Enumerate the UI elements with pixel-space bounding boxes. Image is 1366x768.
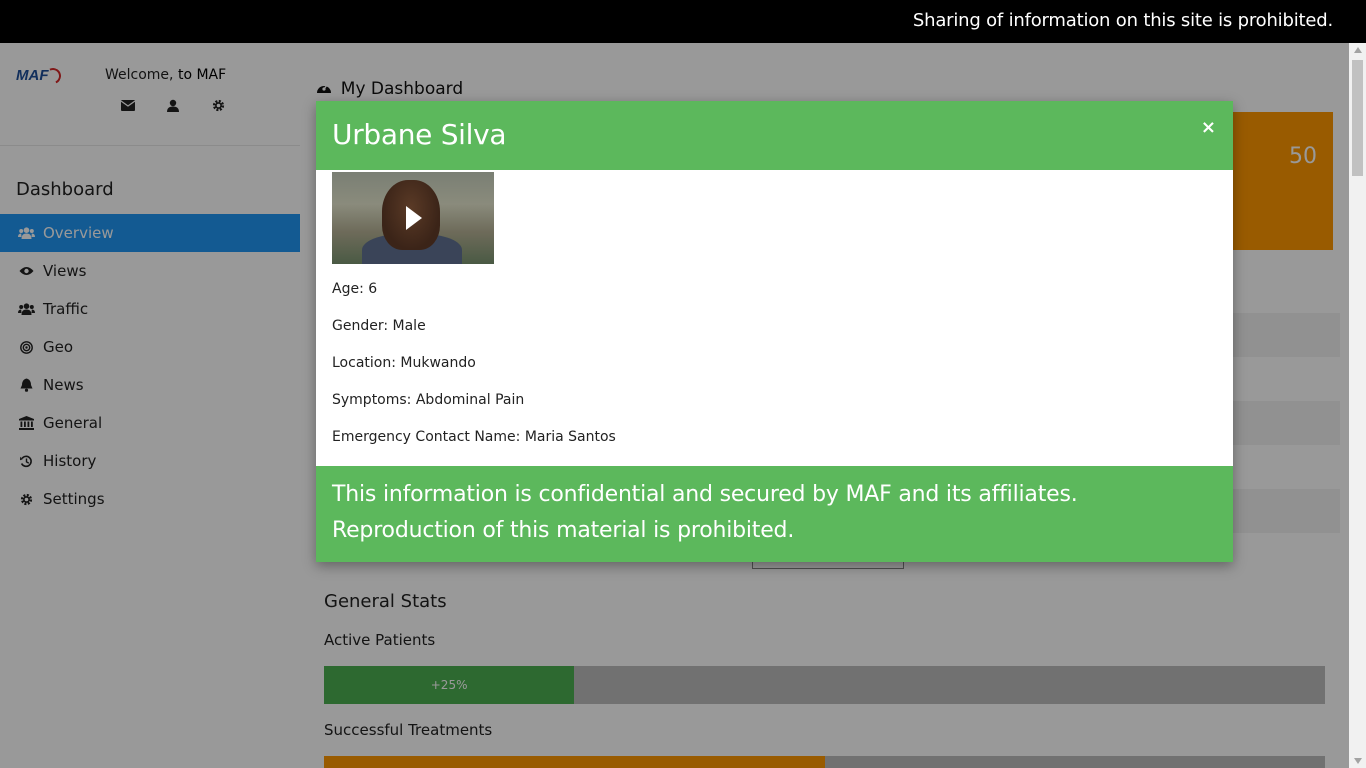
close-icon[interactable]: × [1201,117,1216,138]
patient-modal: Urbane Silva × Age: 6 Gender: Male Locat… [316,101,1233,562]
field-gender: Gender: Male [332,318,426,334]
field-value: Male [392,318,426,334]
field-label: Symptoms: [332,392,412,408]
scroll-down-icon[interactable] [1354,758,1362,764]
field-location: Location: Mukwando [332,355,476,371]
page-scrollbar[interactable] [1349,43,1366,768]
sharing-notice: Sharing of information on this site is p… [912,10,1333,31]
field-emergency-contact: Emergency Contact Name: Maria Santos [332,429,616,445]
field-value: Mukwando [400,355,476,371]
patient-video-thumbnail[interactable] [332,172,494,264]
play-icon[interactable] [406,206,422,230]
scrollbar-thumb[interactable] [1352,60,1363,176]
top-banner: Sharing of information on this site is p… [0,0,1366,43]
confidentiality-footer: This information is confidential and sec… [316,466,1233,562]
field-value: Maria Santos [524,429,616,445]
field-label: Emergency Contact Name: [332,429,521,445]
field-label: Gender: [332,318,389,334]
field-value: 6 [368,281,378,297]
scroll-up-icon[interactable] [1354,47,1362,53]
confidentiality-line-2: Reproduction of this material is prohibi… [332,518,795,543]
modal-header: Urbane Silva × [316,101,1233,170]
field-age: Age: 6 [332,281,377,297]
field-label: Location: [332,355,396,371]
field-label: Age: [332,281,364,297]
field-value: Abdominal Pain [415,392,525,408]
field-symptoms: Symptoms: Abdominal Pain [332,392,524,408]
confidentiality-line-1: This information is confidential and sec… [332,482,1078,507]
patient-name: Urbane Silva [332,118,507,151]
